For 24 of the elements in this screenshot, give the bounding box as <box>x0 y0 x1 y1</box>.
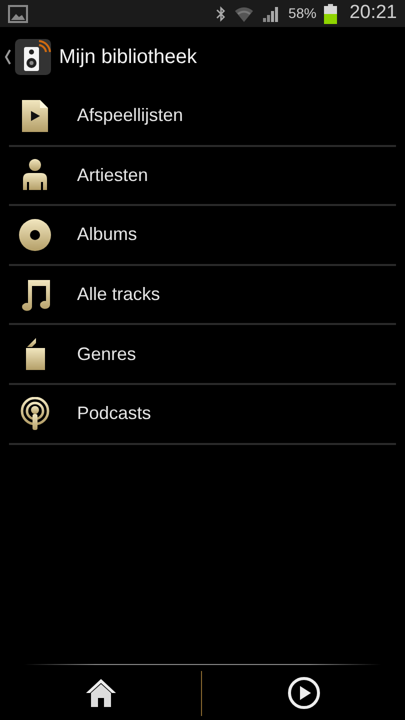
screen-title: Mijn bibliotheek <box>59 45 197 70</box>
bluetooth-icon <box>216 6 226 22</box>
signal-icon <box>262 6 280 22</box>
library-item[interactable]: Afspeellijsten <box>9 87 396 147</box>
person-icon <box>21 158 49 192</box>
library-item[interactable]: Albums <box>9 206 396 266</box>
back-button[interactable] <box>4 39 51 75</box>
folded-card-icon <box>23 337 47 372</box>
home-icon <box>84 678 116 708</box>
back-chevron-icon <box>4 49 11 65</box>
battery-percentage: 58% <box>288 4 316 23</box>
wifi-icon <box>234 4 254 22</box>
library-item[interactable]: Podcasts <box>9 384 396 445</box>
clock-time: 20:21 <box>349 1 397 26</box>
library-item[interactable]: Genres <box>9 325 396 385</box>
disc-icon <box>18 218 52 252</box>
podcast-icon <box>19 396 51 431</box>
play-icon <box>286 676 320 710</box>
speaker-app-icon <box>15 39 51 75</box>
playlist-icon <box>21 98 49 133</box>
library-item[interactable]: Artiesten <box>9 146 396 206</box>
battery-icon <box>324 4 338 24</box>
library-item[interactable]: Alle tracks <box>9 266 396 326</box>
image-icon <box>8 4 28 22</box>
